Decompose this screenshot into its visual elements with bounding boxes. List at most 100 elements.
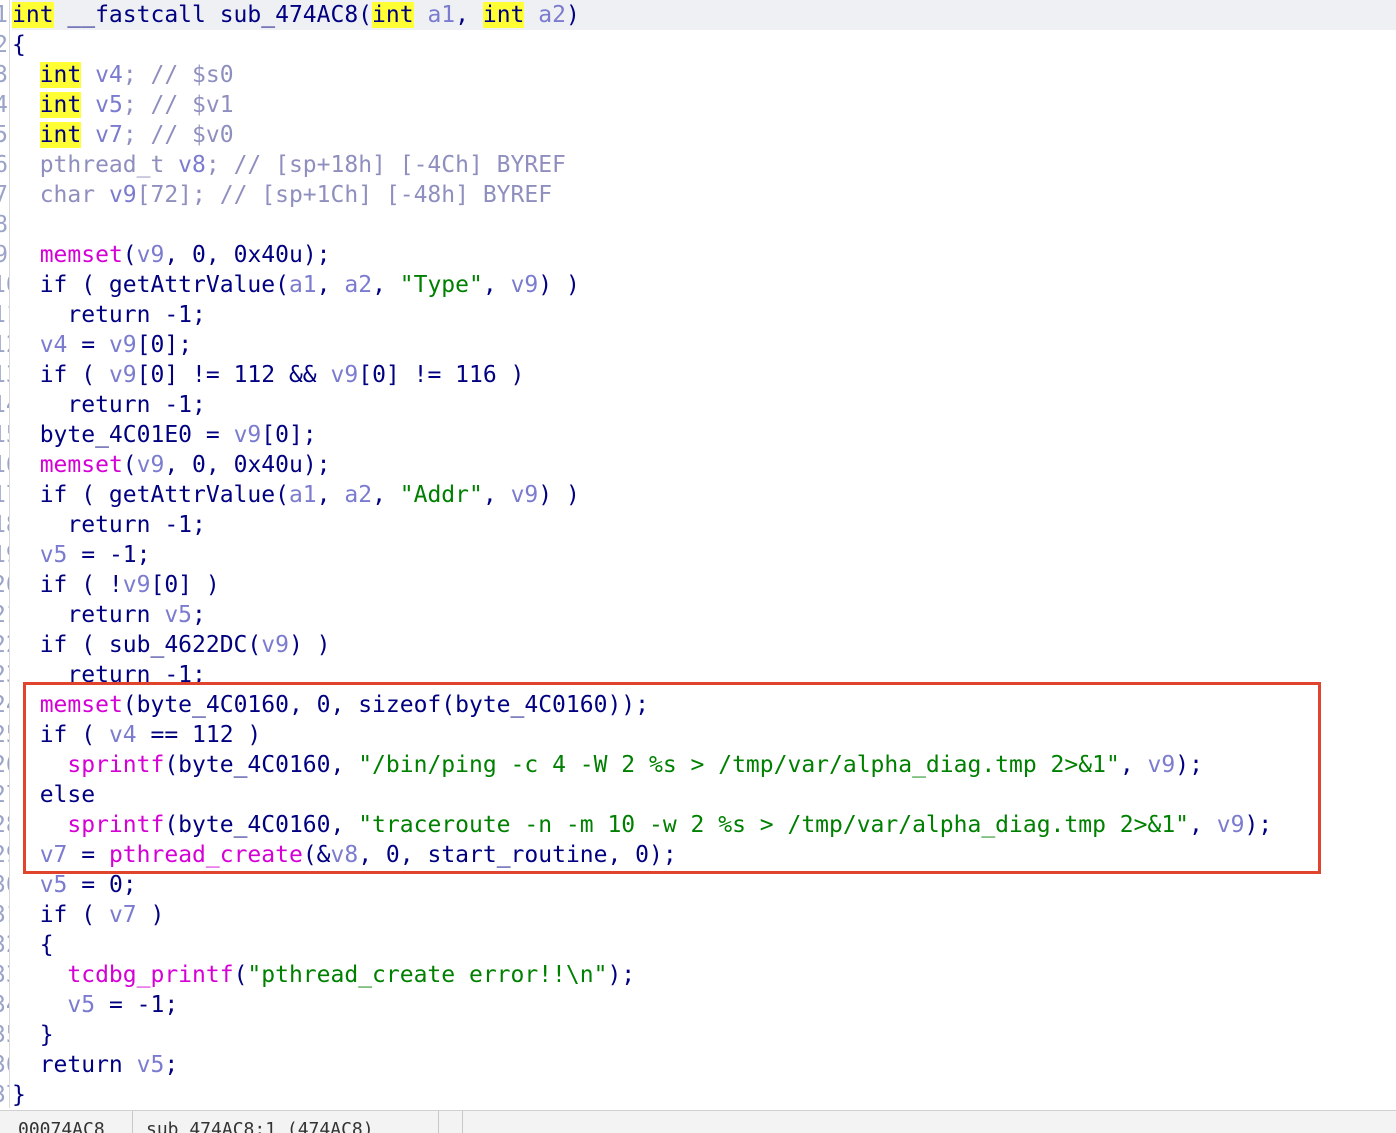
line-number: 9 <box>0 240 8 270</box>
code-line[interactable]: { <box>12 30 26 60</box>
code-token: v5 <box>39 542 68 568</box>
code-line[interactable]: v7 = pthread_create(&v8, 0, start_routin… <box>12 840 677 870</box>
code-token: v8 <box>330 842 359 868</box>
code-token: v9 <box>108 332 137 358</box>
code-token: [0]; <box>136 332 193 358</box>
code-token: ; <box>164 1052 179 1078</box>
line-number: 19 <box>0 540 9 570</box>
code-line[interactable]: int v5; // $v1 <box>12 90 234 120</box>
code-token: a2 <box>344 272 373 298</box>
code-token: sprintf <box>67 752 165 778</box>
code-token: v9 <box>261 632 289 658</box>
line-number: 37 <box>0 1080 9 1108</box>
code-line[interactable]: sprintf(byte_4C0160, "/bin/ping -c 4 -W … <box>12 750 1203 780</box>
code-token: else <box>12 782 96 808</box>
code-token: = -1; <box>67 542 151 568</box>
code-line[interactable]: byte_4C01E0 = v9[0]; <box>12 420 317 450</box>
line-number: 8 <box>0 210 8 240</box>
code-token: v5 <box>39 872 68 898</box>
code-line[interactable]: if ( sub_4622DC(v9) ) <box>12 630 331 660</box>
code-line[interactable]: return -1; <box>12 390 206 420</box>
code-line[interactable]: if ( v9[0] != 112 && v9[0] != 116 ) <box>12 360 525 390</box>
code-line[interactable]: v5 = 0; <box>12 870 137 900</box>
code-line[interactable]: if ( getAttrValue(a1, a2, "Type", v9) ) <box>12 270 580 300</box>
line-number: 34 <box>0 990 9 1020</box>
code-token: , 0, 0x40u); <box>164 452 331 478</box>
code-token: "Addr" <box>399 482 483 508</box>
code-line[interactable]: if ( v7 ) <box>12 900 165 930</box>
code-token: = -1; <box>95 992 179 1018</box>
code-token: == 112 ) <box>136 722 262 748</box>
line-number: 30 <box>0 870 9 900</box>
code-line[interactable]: if ( getAttrValue(a1, a2, "Addr", v9) ) <box>12 480 580 510</box>
code-token: return -1; <box>12 392 206 418</box>
code-token: v5 <box>164 602 193 628</box>
code-line[interactable]: else <box>12 780 95 810</box>
line-number: 23 <box>0 660 9 690</box>
code-token: (& <box>302 842 331 868</box>
code-token: v5 <box>67 992 96 1018</box>
code-token: ; // [sp+18h] [-4Ch] BYREF <box>205 152 566 178</box>
code-line[interactable]: } <box>12 1080 26 1110</box>
status-location: sub_474AC8:1 (474AC8) <box>146 1119 374 1133</box>
code-line[interactable]: v4 = v9[0]; <box>12 330 192 360</box>
code-token: return -1; <box>12 302 206 328</box>
code-token: "pthread_create error!!\n" <box>247 962 608 988</box>
code-line[interactable]: } <box>12 1020 54 1050</box>
code-token: v9 <box>510 272 539 298</box>
code-token: v9 <box>510 482 539 508</box>
line-number: 5 <box>0 120 8 150</box>
line-number: 35 <box>0 1020 9 1050</box>
code-token: } <box>12 1022 54 1048</box>
code-token: v5 <box>136 1052 165 1078</box>
code-line[interactable]: memset(v9, 0, 0x40u); <box>12 240 331 270</box>
code-line[interactable]: sprintf(byte_4C0160, "traceroute -n -m 1… <box>12 810 1272 840</box>
code-line[interactable]: pthread_t v8; // [sp+18h] [-4Ch] BYREF <box>12 150 566 180</box>
line-number: 7 <box>0 180 8 210</box>
code-line[interactable]: if ( v4 == 112 ) <box>12 720 262 750</box>
code-line[interactable]: v5 = -1; <box>12 990 178 1020</box>
line-number: 25 <box>0 720 9 750</box>
line-number: 2 <box>0 30 8 60</box>
line-number: 22 <box>0 630 9 660</box>
code-line[interactable]: if ( !v9[0] ) <box>12 570 220 600</box>
code-token: , <box>455 2 483 28</box>
code-token: if ( ! <box>12 572 123 598</box>
code-token: , <box>1189 812 1217 838</box>
code-line[interactable]: memset(byte_4C0160, 0, sizeof(byte_4C016… <box>12 690 649 720</box>
code-line[interactable]: return -1; <box>12 300 206 330</box>
code-line[interactable]: int v4; // $s0 <box>12 60 234 90</box>
code-token: v9 <box>330 362 359 388</box>
code-token: = <box>67 842 109 868</box>
code-token: ( <box>122 242 137 268</box>
line-number-gutter: 1234567891011121314151617181920212223242… <box>0 0 10 1108</box>
code-token: v9 <box>136 242 165 268</box>
code-line[interactable]: return -1; <box>12 660 206 690</box>
code-token: int <box>482 2 525 28</box>
code-token: int <box>372 2 414 28</box>
code-token: ); <box>1244 812 1273 838</box>
code-line[interactable]: int v7; // $v0 <box>12 120 234 150</box>
code-line[interactable]: return v5; <box>12 1050 179 1080</box>
code-line[interactable]: tcdbg_printf("pthread_create error!!\n")… <box>12 960 635 990</box>
line-number: 1 <box>0 0 8 30</box>
code-line[interactable]: { <box>12 930 54 960</box>
code-token: return <box>12 602 165 628</box>
pseudocode-editor[interactable]: 1234567891011121314151617181920212223242… <box>0 0 1396 1108</box>
code-token: (byte_4C0160, <box>164 812 359 838</box>
code-line[interactable]: char v9[72]; // [sp+1Ch] [-48h] BYREF <box>12 180 552 210</box>
code-line[interactable]: memset(v9, 0, 0x40u); <box>12 450 331 480</box>
code-line[interactable]: return v5; <box>12 600 206 630</box>
status-separator <box>438 1111 439 1133</box>
line-number: 36 <box>0 1050 9 1080</box>
code-line[interactable]: int __fastcall sub_474AC8(int a1, int a2… <box>12 0 1396 30</box>
line-number: 17 <box>0 480 9 510</box>
code-line[interactable]: v5 = -1; <box>12 540 151 570</box>
code-line[interactable]: return -1; <box>12 510 206 540</box>
